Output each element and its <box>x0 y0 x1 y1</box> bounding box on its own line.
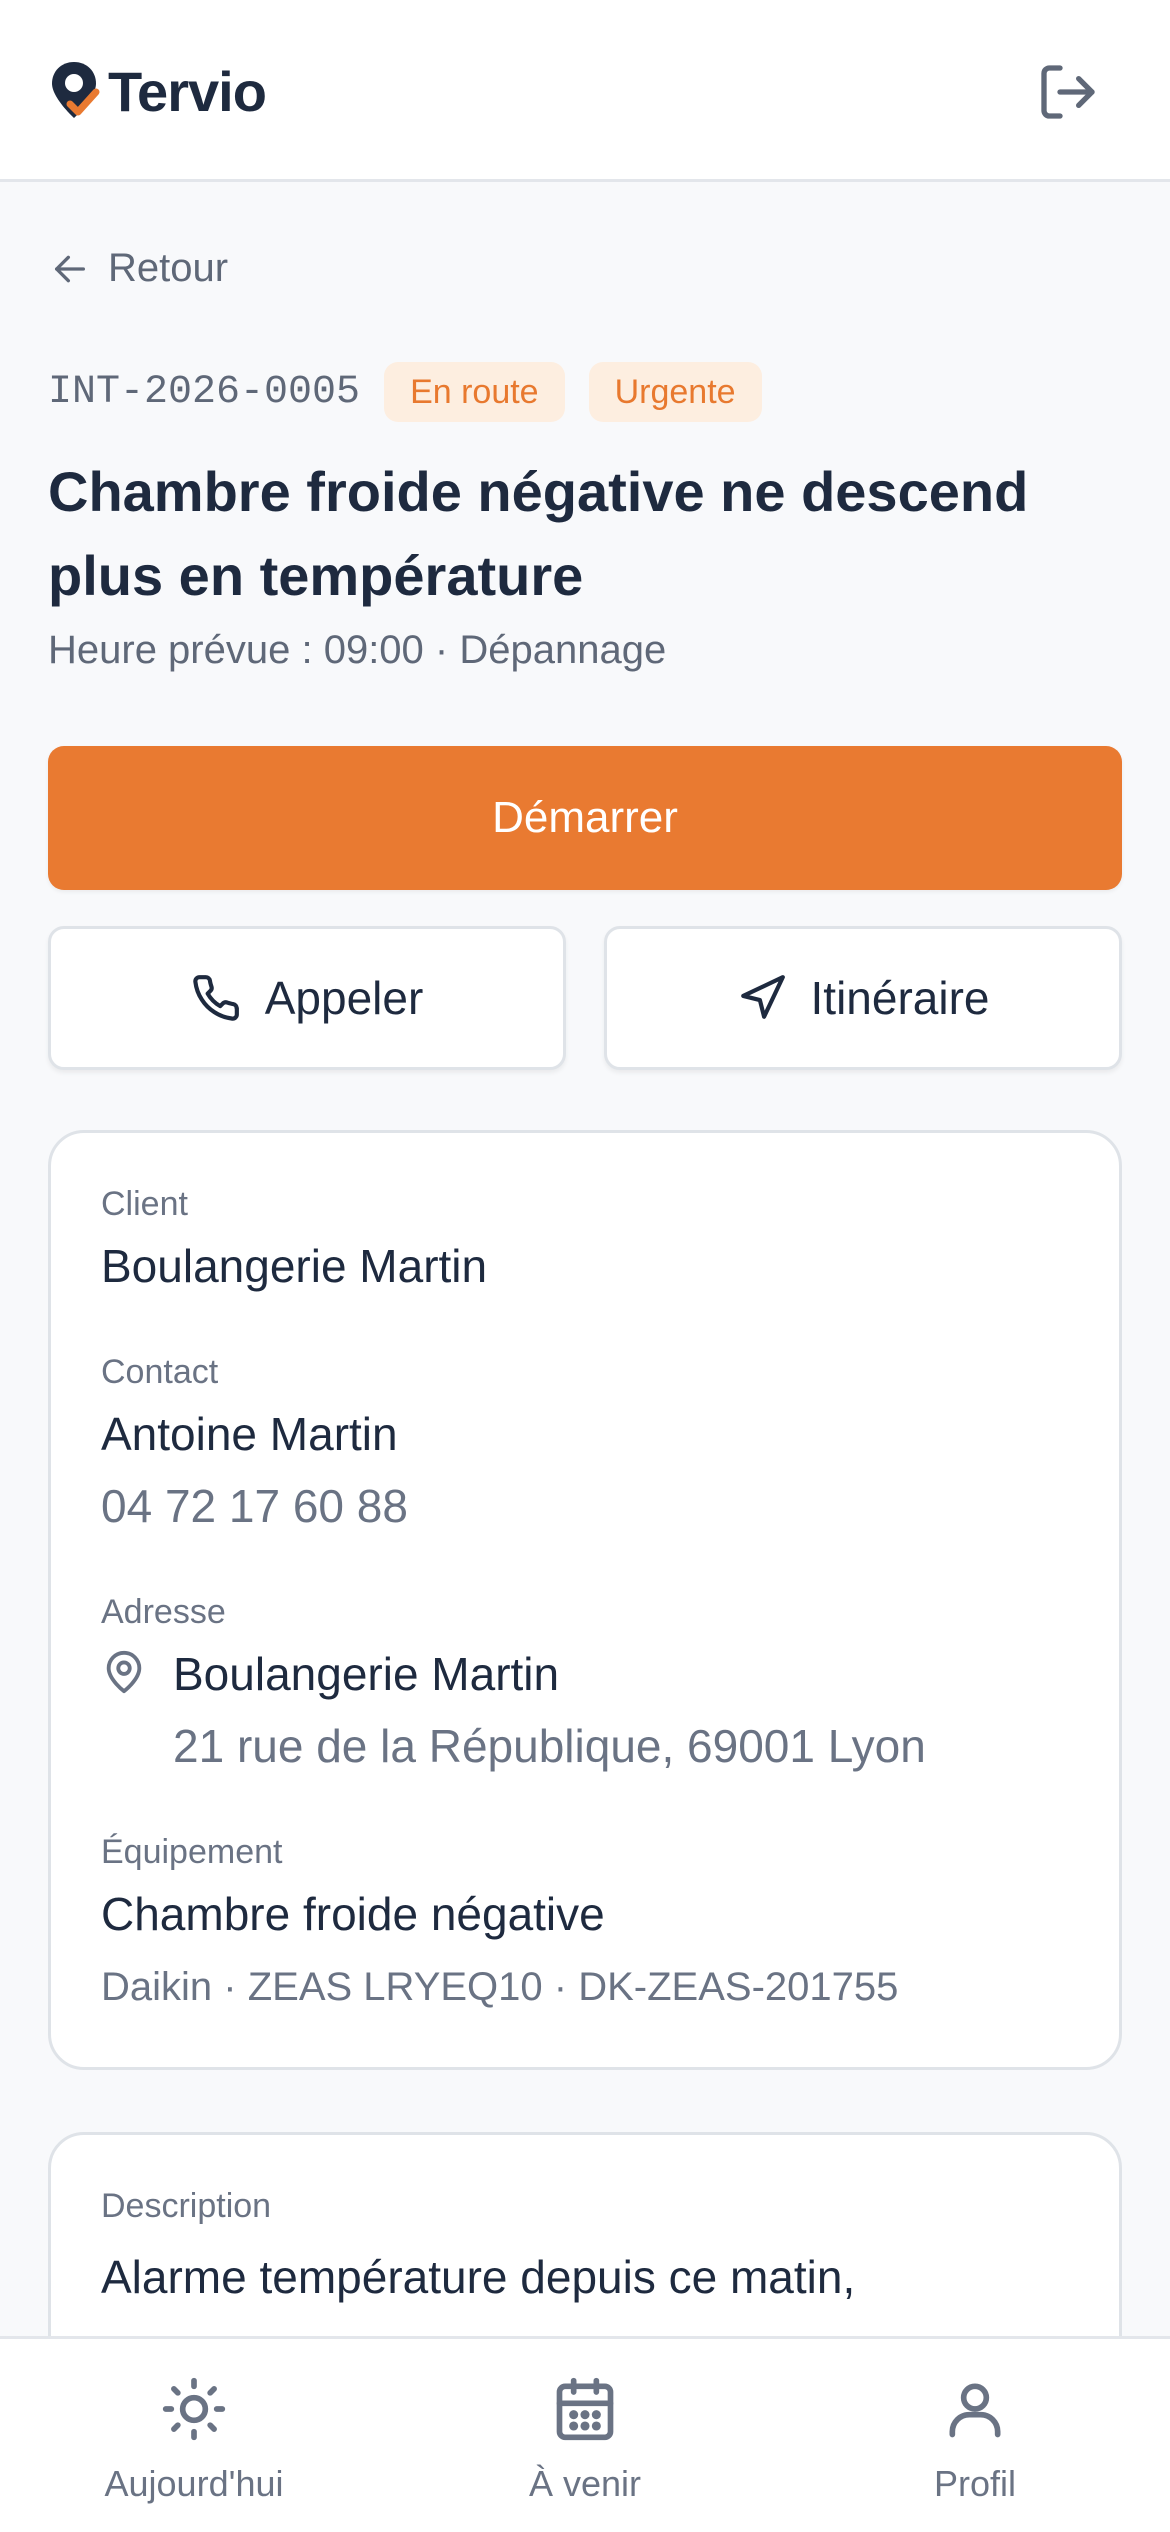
navigation-icon <box>740 975 785 1019</box>
map-pin-check-icon <box>52 62 100 118</box>
equipment-meta: Daikin · ZEAS LRYEQ10 · DK-ZEAS-201755 <box>101 1965 899 2009</box>
page-title: Chambre froide négative ne descend plus … <box>48 460 1029 607</box>
address-name: Boulangerie Martin <box>173 1648 560 1700</box>
contact-phone[interactable]: 04 72 17 60 88 <box>101 1479 408 1533</box>
user-icon <box>949 2383 1001 2438</box>
intervention-meta: INT-2026-0005 En route Urgente <box>48 362 762 422</box>
nav-label-profile: Profil <box>933 2463 1017 2504</box>
sun-icon <box>162 2377 226 2441</box>
client-value: Boulangerie Martin <box>101 1240 488 1292</box>
logout-icon <box>1041 65 1095 119</box>
logout-button[interactable] <box>1036 60 1100 124</box>
address-label: Adresse <box>101 1593 226 1631</box>
priority-badge: Urgente <box>588 362 762 422</box>
intervention-subtitle: Heure prévue : 09:00 · Dépannage <box>48 628 667 672</box>
nav-item-today[interactable]: Aujourd'hui <box>44 2339 344 2532</box>
route-button[interactable]: Itinéraire <box>604 926 1122 1070</box>
nav-label-upcoming: À venir <box>528 2463 642 2504</box>
description-text: Alarme température depuis ce matin, <box>101 2251 856 2303</box>
nav-item-upcoming[interactable]: À venir <box>435 2339 735 2532</box>
bottom-navigation: Aujourd'hui À venir Profil <box>0 2336 1170 2532</box>
call-button[interactable]: Appeler <box>48 926 566 1070</box>
route-label: Itinéraire <box>810 972 990 1024</box>
address-line[interactable]: 21 rue de la République, 69001 Lyon <box>173 1719 926 1773</box>
contact-name: Antoine Martin <box>101 1408 398 1460</box>
app-name: Tervio <box>108 59 267 123</box>
back-link[interactable]: Retour <box>50 246 228 291</box>
description-label: Description <box>101 2187 272 2225</box>
nav-item-profile[interactable]: Profil <box>825 2339 1125 2532</box>
call-label: Appeler <box>264 972 424 1024</box>
client-label: Client <box>101 1185 188 1223</box>
map-pin-icon <box>106 1651 142 1694</box>
calendar-icon <box>556 2377 614 2441</box>
nav-label-today: Aujourd'hui <box>104 2463 284 2504</box>
top-header: Tervio <box>0 0 1170 182</box>
app-logo: Tervio <box>48 58 267 124</box>
intervention-reference: INT-2026-0005 <box>48 369 361 415</box>
back-label: Retour <box>108 246 229 290</box>
start-button[interactable]: Démarrer <box>48 746 1122 890</box>
intervention-details-card: Client Boulangerie Martin Contact Antoin… <box>48 1130 1122 2070</box>
equipment-value: Chambre froide négative <box>101 1888 605 1940</box>
app-screen: Tervio Retour INT-2026-0005 En route Urg… <box>0 0 1170 2532</box>
status-badge: En route <box>384 362 565 422</box>
arrow-left-icon <box>55 255 86 282</box>
phone-icon <box>193 975 239 1021</box>
contact-label: Contact <box>101 1353 219 1391</box>
equipment-label: Équipement <box>101 1833 283 1871</box>
